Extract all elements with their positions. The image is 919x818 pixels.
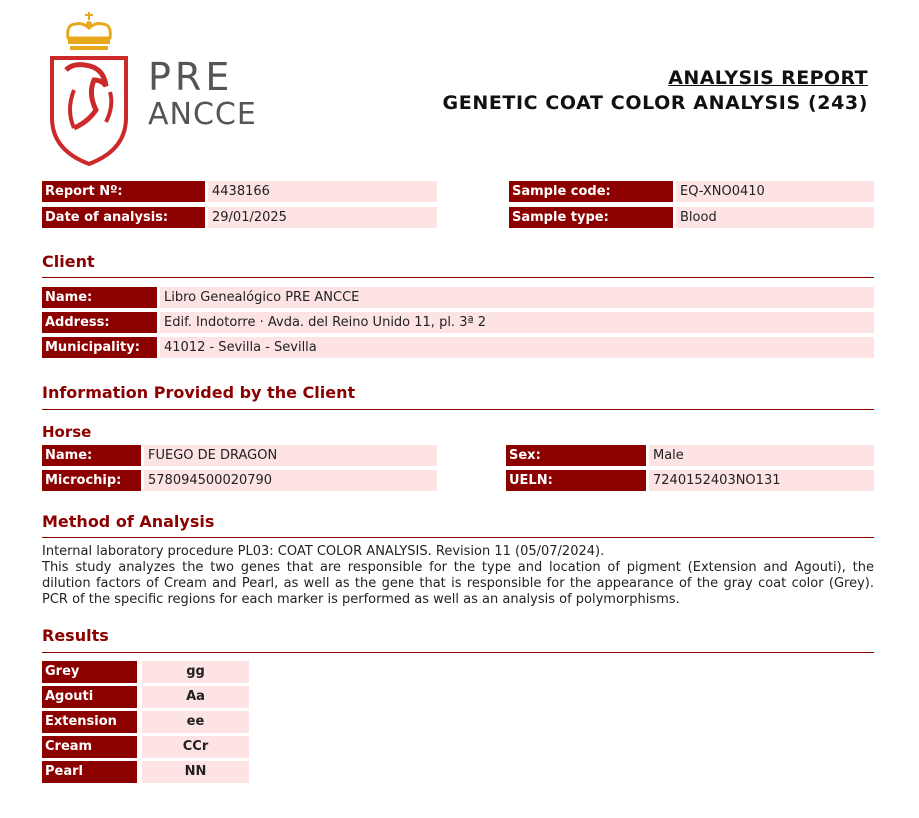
report-number-label: Report Nº:	[42, 181, 205, 202]
horse-name-row: Name: FUEGO DE DRAGON	[42, 445, 437, 466]
report-title: ANALYSIS REPORT GENETIC COAT COLOR ANALY…	[443, 66, 868, 117]
method-study-text: This study analyzes the two genes that a…	[42, 560, 874, 607]
result-value: CCr	[142, 736, 249, 758]
crown-icon	[66, 12, 112, 50]
client-address-value: Edif. Indotorre · Avda. del Reino Unido …	[160, 312, 874, 333]
client-municipality-label: Municipality:	[42, 337, 157, 358]
info-divider	[42, 409, 874, 410]
result-row-agouti: Agouti Aa	[42, 686, 249, 708]
horse-name-value: FUEGO DE DRAGON	[144, 445, 437, 466]
method-divider	[42, 537, 874, 538]
horse-subtitle: Horse	[42, 423, 92, 441]
sample-type-value: Blood	[676, 207, 874, 228]
report-title-sub: GENETIC COAT COLOR ANALYSIS (243)	[442, 92, 868, 114]
client-address-row: Address: Edif. Indotorre · Avda. del Rei…	[42, 312, 874, 333]
client-address-label: Address:	[42, 312, 157, 333]
microchip-value: 578094500020790	[144, 470, 437, 491]
results-divider	[42, 652, 874, 653]
result-value: NN	[142, 761, 249, 783]
pre-ancce-logo: PRE ANCCE	[44, 10, 294, 168]
client-name-label: Name:	[42, 287, 157, 308]
result-label: Pearl	[42, 761, 137, 783]
result-label: Extension	[42, 711, 137, 733]
method-section-title: Method of Analysis	[42, 512, 215, 531]
svg-text:ANCCE: ANCCE	[148, 97, 257, 132]
result-label: Cream	[42, 736, 137, 758]
report-number-row: Report Nº: 4438166	[42, 181, 437, 202]
result-label: Agouti	[42, 686, 137, 708]
client-municipality-value: 41012 - Sevilla - Sevilla	[160, 337, 874, 358]
result-value: Aa	[142, 686, 249, 708]
svg-text:PRE: PRE	[148, 55, 233, 99]
client-section-title: Client	[42, 252, 95, 271]
microchip-label: Microchip:	[42, 470, 141, 491]
ueln-label: UELN:	[506, 470, 646, 491]
result-row-grey: Grey gg	[42, 661, 249, 683]
client-municipality-row: Municipality: 41012 - Sevilla - Sevilla	[42, 337, 874, 358]
shield-icon	[50, 56, 128, 167]
result-row-pearl: Pearl NN	[42, 761, 249, 783]
result-label: Grey	[42, 661, 137, 683]
sample-code-value: EQ-XNO0410	[676, 181, 874, 202]
ueln-value: 7240152403NO131	[649, 470, 874, 491]
result-row-extension: Extension ee	[42, 711, 249, 733]
method-procedure-text: Internal laboratory procedure PL03: COAT…	[42, 544, 605, 559]
info-section-title: Information Provided by the Client	[42, 383, 356, 402]
sex-row: Sex: Male	[506, 445, 874, 466]
sample-code-label: Sample code:	[509, 181, 673, 202]
report-title-main: ANALYSIS REPORT	[668, 67, 868, 89]
analysis-date-label: Date of analysis:	[42, 207, 205, 228]
ueln-row: UELN: 7240152403NO131	[506, 470, 874, 491]
client-divider	[42, 277, 874, 278]
result-value: ee	[142, 711, 249, 733]
result-row-cream: Cream CCr	[42, 736, 249, 758]
analysis-date-row: Date of analysis: 29/01/2025	[42, 207, 437, 228]
client-name-row: Name: Libro Genealógico PRE ANCCE	[42, 287, 874, 308]
microchip-row: Microchip: 578094500020790	[42, 470, 437, 491]
result-value: gg	[142, 661, 249, 683]
analysis-date-value: 29/01/2025	[208, 207, 437, 228]
logo-emblem-icon: PRE ANCCE	[50, 12, 257, 167]
method-description: Internal laboratory procedure PL03: COAT…	[42, 544, 874, 608]
sample-type-label: Sample type:	[509, 207, 673, 228]
report-number-value: 4438166	[208, 181, 437, 202]
sample-code-row: Sample code: EQ-XNO0410	[509, 181, 874, 202]
horse-name-label: Name:	[42, 445, 141, 466]
sex-label: Sex:	[506, 445, 646, 466]
results-section-title: Results	[42, 626, 109, 645]
sample-type-row: Sample type: Blood	[509, 207, 874, 228]
client-name-value: Libro Genealógico PRE ANCCE	[160, 287, 874, 308]
sex-value: Male	[649, 445, 874, 466]
